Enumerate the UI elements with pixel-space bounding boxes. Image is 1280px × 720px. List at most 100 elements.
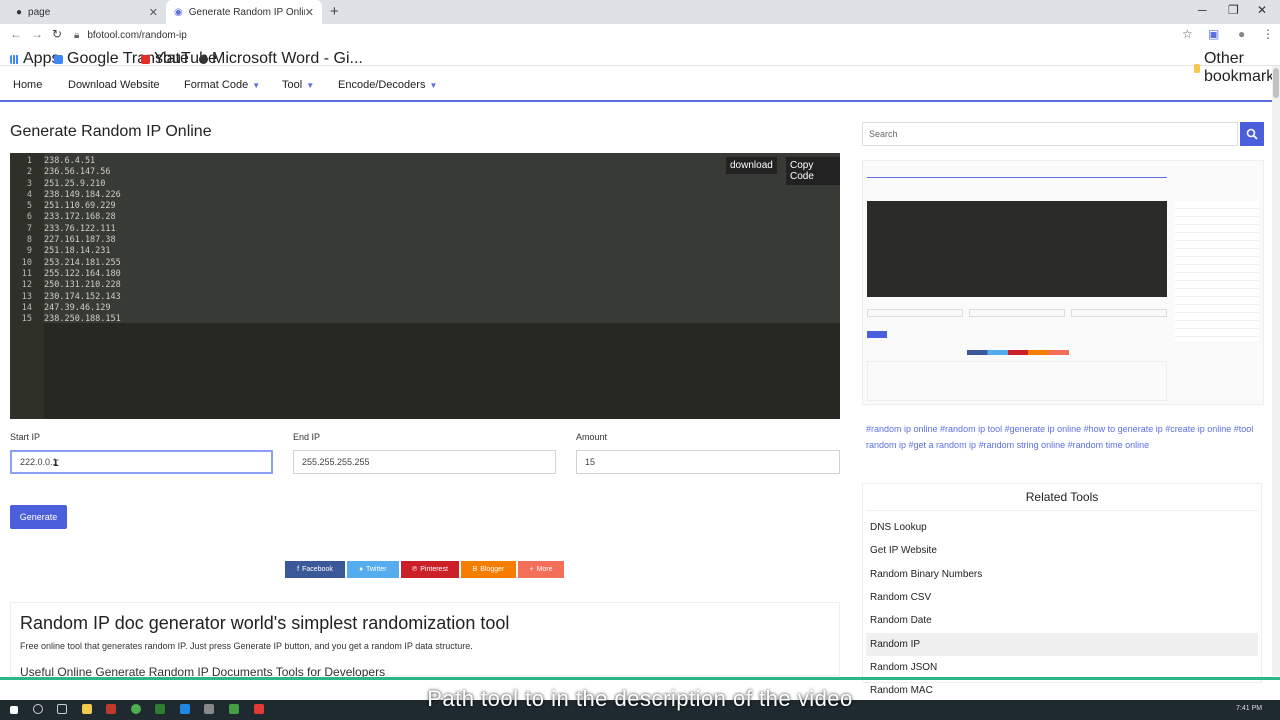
minimize-icon[interactable]: ─	[1198, 3, 1207, 17]
editor-line: 13 230.174.152.143	[10, 292, 410, 303]
ip-address: 230.174.152.143	[44, 291, 121, 302]
end-ip-label: End IP	[293, 432, 321, 442]
nav-label: Format Code	[184, 79, 249, 91]
end-ip-input[interactable]: 255.255.255.255	[293, 450, 556, 474]
editor-line: 3 251.25.9.210	[10, 179, 410, 190]
editor-line: 4 238.149.184.226	[10, 190, 410, 201]
code-editor[interactable]: 1 238.6.4.51 2 236.56.147.56 3 251.25.9.210 4 2…	[10, 153, 840, 419]
line-number: 8	[26, 235, 32, 246]
globe-icon: ◉	[174, 6, 183, 18]
scrollbar-thumb[interactable]	[1273, 68, 1279, 98]
profile-icon[interactable]: ●	[1238, 27, 1245, 41]
ip-address: 238.250.188.151	[44, 314, 121, 325]
plus-icon: +	[529, 566, 534, 573]
end-ip-value: 255.255.255.255	[302, 457, 370, 467]
ip-address: 233.76.122.111	[44, 223, 116, 234]
nav-download-website[interactable]: Download Website	[68, 79, 160, 91]
thumbnail-button	[867, 331, 887, 338]
thumbnail-input	[969, 309, 1065, 317]
line-number: 1	[26, 156, 32, 166]
url-input[interactable]: 🔒︎ bfotool.com/random-ip	[74, 27, 1174, 43]
line-number: 12	[21, 280, 32, 291]
reload-icon[interactable]: ↻	[52, 27, 62, 41]
tag-list[interactable]: #random ip online #random ip tool #gener…	[866, 422, 1264, 453]
apps-icon	[10, 54, 19, 64]
start-ip-input[interactable]: 222.0.0.1 Ɪ	[10, 450, 273, 474]
tab-label: Generate Random IP Online - bfo	[188, 6, 305, 18]
scrollbar[interactable]	[1272, 66, 1280, 676]
translate-icon	[54, 54, 63, 64]
ip-address: 253.214.181.255	[44, 257, 121, 268]
bookmark-microsoft-word[interactable]: Microsoft Word - Gi...	[199, 50, 363, 68]
ip-address: 247.39.46.129	[44, 302, 111, 313]
close-icon[interactable]: ✕	[305, 6, 314, 19]
editor-line: 1 238.6.4.51	[10, 156, 410, 167]
share-pinterest-button[interactable]: ℗ Pinterest	[401, 561, 459, 578]
editor-line: 6 233.172.168.28	[10, 212, 410, 223]
description-text: Free online tool that generates random I…	[20, 641, 473, 651]
github-icon: ●	[16, 6, 23, 18]
bookmark-apps[interactable]: Apps	[10, 50, 59, 68]
nav-label: Home	[13, 79, 43, 91]
line-number: 10	[21, 257, 32, 268]
thumbnail-related	[1175, 201, 1259, 341]
forward-icon[interactable]: →	[31, 27, 43, 41]
related-tool-item[interactable]: Random Date	[866, 609, 1258, 632]
menu-icon[interactable]: ⋮	[1262, 27, 1274, 41]
new-tab-icon[interactable]: +	[330, 3, 339, 20]
thumbnail-input	[1071, 309, 1167, 317]
search-input[interactable]: Search	[862, 122, 1238, 146]
back-icon[interactable]: ←	[10, 27, 22, 41]
share-facebook-button[interactable]: f Facebook	[285, 561, 345, 578]
share-more-button[interactable]: + More	[518, 561, 564, 578]
ip-address: 236.56.147.56	[44, 167, 111, 178]
translate-icon[interactable]: ▣	[1208, 27, 1219, 41]
tab-random-ip[interactable]: ◉ Generate Random IP Online - bfo ✕	[166, 0, 322, 24]
related-tool-item[interactable]: Get IP Website	[866, 539, 1258, 562]
related-tool-item[interactable]: Random Binary Numbers	[866, 563, 1258, 586]
facebook-icon: f	[297, 566, 300, 573]
search-button[interactable]	[1240, 122, 1264, 146]
line-number: 15	[21, 314, 32, 325]
bookmark-label: Microsoft Word - Gi...	[212, 50, 363, 67]
related-tool-item[interactable]: Random JSON	[866, 656, 1258, 679]
editor-line: 9 251.18.14.231	[10, 246, 410, 257]
line-number: 3	[26, 178, 32, 189]
generate-button[interactable]: Generate	[10, 505, 67, 529]
amount-input[interactable]: 15	[576, 450, 840, 474]
nav-tool[interactable]: Tool ▼	[282, 79, 314, 91]
tab-page[interactable]: ● page ✕	[8, 0, 166, 24]
share-label: Facebook	[302, 566, 333, 573]
related-tool-item[interactable]: DNS Lookup	[866, 516, 1258, 539]
ip-address: 251.25.9.210	[44, 178, 106, 189]
divider	[866, 510, 1258, 511]
share-blogger-button[interactable]: B Blogger	[461, 561, 516, 578]
thumbnail-editor	[867, 201, 1167, 297]
line-number: 14	[21, 302, 32, 313]
related-tool-item[interactable]: Random IP	[866, 632, 1258, 656]
copy-code-button[interactable]: Copy Code	[786, 157, 840, 185]
nav-format-code[interactable]: Format Code ▼	[184, 79, 260, 91]
editor-line: 2 236.56.147.56	[10, 167, 410, 178]
ip-address: 238.6.4.51	[44, 156, 96, 166]
share-twitter-button[interactable]: ♦ Twitter	[347, 561, 399, 578]
related-tool-item[interactable]: Random CSV	[866, 586, 1258, 609]
editor-line: 5 251.110.69.229	[10, 201, 410, 212]
ip-address: 233.172.168.28	[44, 212, 116, 223]
maximize-icon[interactable]: ❐	[1228, 3, 1239, 17]
download-button[interactable]: download	[726, 157, 777, 174]
description-title: Random IP doc generator world's simplest…	[20, 613, 510, 633]
window-close-icon[interactable]: ✕	[1257, 3, 1267, 17]
nav-encode-decoders[interactable]: Encode/Decoders ▼	[338, 79, 437, 91]
nav-home[interactable]: Home	[13, 79, 42, 91]
ip-address: 255.122.164.180	[44, 268, 121, 279]
search-placeholder: Search	[869, 129, 898, 139]
close-icon[interactable]: ✕	[149, 6, 158, 19]
star-icon[interactable]: ☆	[1182, 27, 1193, 41]
editor-line: 12 250.131.210.228	[10, 280, 410, 291]
line-number: 11	[21, 268, 32, 279]
text-cursor-icon: Ɪ	[53, 457, 59, 468]
lock-icon: 🔒︎	[74, 29, 80, 41]
ip-address: 251.110.69.229	[44, 201, 116, 212]
youtube-icon	[141, 54, 150, 64]
